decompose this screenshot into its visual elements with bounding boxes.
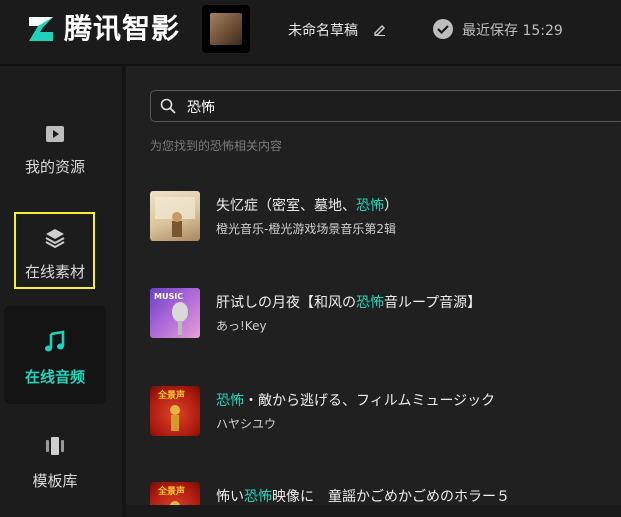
svg-text:全景声: 全景声 — [157, 389, 185, 401]
album-cover: 全景声 — [150, 386, 200, 436]
golden-figure-icon: 全景声 — [157, 389, 185, 431]
album-cover — [150, 191, 200, 241]
audio-title: 失忆症（密室、墓地、恐怖） — [216, 198, 398, 214]
project-thumbnail[interactable] — [202, 5, 250, 53]
audio-list-item[interactable]: 全景声 恐怖・敵から逃げる、フィルムミュージック ハヤシユウ — [150, 386, 621, 446]
thumbnail-image — [210, 13, 242, 45]
left-sidebar: 我的资源 在线素材 在线音频 模板库 — [0, 66, 122, 517]
music-note-icon — [45, 330, 65, 352]
sidebar-item-label: 在线音频 — [24, 368, 85, 386]
main-panel: 恐怖 为您找到的恐怖相关内容 失忆症（密室、墓地、恐怖） 橙光音乐-橙光游戏场景… — [126, 66, 621, 517]
edit-pencil-icon[interactable] — [373, 22, 387, 36]
audio-list-item[interactable]: 失忆症（密室、墓地、恐怖） 橙光音乐-橙光游戏场景音乐第2辑 — [150, 191, 621, 251]
sidebar-item-template-library[interactable]: 模板库 — [4, 418, 106, 516]
sidebar-item-label: 模板库 — [32, 472, 78, 490]
album-cover: 全景声 — [150, 482, 200, 505]
save-status: 最近保存 15:29 — [462, 23, 563, 39]
svg-text:全景声: 全景声 — [157, 485, 185, 497]
audio-list-item[interactable]: 全景声 怖い恐怖映像に 童謡かごめかごめのホラー５ — [150, 482, 621, 505]
keyword-highlight: 恐怖 — [356, 198, 384, 214]
cover-art-icon — [155, 197, 195, 237]
audio-list-item[interactable]: MUSIC 肝试しの月夜【和风の恐怖音ループ音源】 あっ!Key — [150, 288, 621, 348]
check-circle-icon — [433, 19, 453, 39]
audio-artist: あっ!Key — [216, 319, 267, 333]
search-input[interactable]: 恐怖 — [150, 90, 621, 122]
search-icon — [160, 98, 176, 114]
microphone-icon: MUSIC — [154, 292, 188, 335]
keyword-highlight: 恐怖 — [216, 393, 244, 409]
audio-artist: ハヤシユウ — [216, 417, 277, 431]
selection-highlight-box — [14, 212, 95, 289]
sidebar-item-label: 我的资源 — [24, 158, 85, 176]
draft-name: 未命名草稿 — [288, 23, 358, 39]
audio-artist: 橙光音乐-橙光游戏场景音乐第2辑 — [216, 222, 396, 236]
sidebar-item-online-audio[interactable]: 在线音频 — [4, 306, 106, 404]
play-folder-icon — [46, 126, 64, 142]
sidebar-item-my-resources[interactable]: 我的资源 — [4, 102, 106, 200]
keyword-highlight: 恐怖 — [244, 489, 272, 505]
top-header: 腾讯智影 未命名草稿 最近保存 15:29 — [0, 0, 621, 66]
tencent-zhiying-logo-icon — [29, 17, 53, 41]
brand-title: 腾讯智影 — [64, 12, 181, 45]
golden-figure-icon: 全景声 — [157, 485, 185, 505]
bottom-bar — [126, 505, 621, 517]
audio-title: 恐怖・敵から逃げる、フィルムミュージック — [216, 393, 496, 409]
keyword-highlight: 恐怖 — [356, 295, 384, 311]
audio-title: 怖い恐怖映像に 童謡かごめかごめのホラー５ — [216, 489, 510, 505]
album-cover: MUSIC — [150, 288, 200, 338]
svg-text:MUSIC: MUSIC — [154, 292, 183, 301]
audio-title: 肝试しの月夜【和风の恐怖音ループ音源】 — [216, 295, 482, 311]
search-input-value: 恐怖 — [187, 100, 215, 116]
result-hint: 为您找到的恐怖相关内容 — [150, 139, 283, 153]
template-icon — [46, 437, 64, 455]
